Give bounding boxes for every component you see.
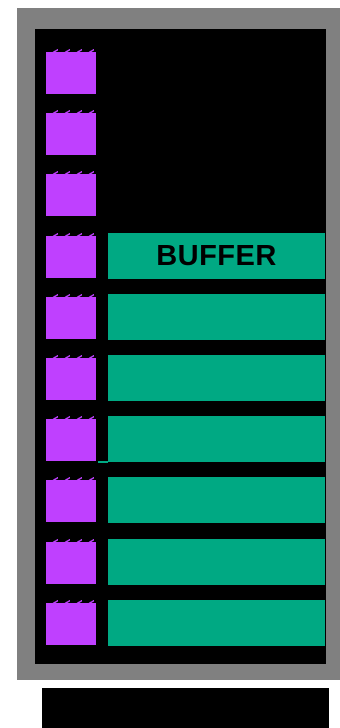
page-slot-icon <box>46 232 96 242</box>
data-bar[interactable] <box>108 294 325 340</box>
buffer-view: BUFFER <box>0 0 340 728</box>
slot-block <box>46 542 96 584</box>
page-slot-icon <box>46 109 96 119</box>
memory-slot[interactable] <box>46 599 96 645</box>
footer-bar <box>42 688 329 728</box>
page-slot-icon <box>46 293 96 303</box>
slot-block <box>46 358 96 400</box>
memory-slot[interactable] <box>46 354 96 400</box>
memory-slot[interactable] <box>46 293 96 339</box>
memory-slot[interactable] <box>46 170 96 216</box>
page-slot-icon <box>46 415 96 425</box>
memory-slot[interactable] <box>46 48 96 94</box>
slot-block <box>46 52 96 94</box>
slot-block <box>46 113 96 155</box>
memory-slot[interactable] <box>46 538 96 584</box>
slot-block <box>46 603 96 645</box>
bar-label: BUFFER <box>156 239 277 272</box>
memory-slot[interactable] <box>46 476 96 522</box>
memory-slot[interactable] <box>46 109 96 155</box>
page-slot-icon <box>46 538 96 548</box>
data-bar[interactable] <box>108 539 325 585</box>
slot-block <box>46 419 96 461</box>
page-slot-icon <box>46 48 96 58</box>
memory-slot[interactable] <box>46 232 96 278</box>
page-slot-icon <box>46 354 96 364</box>
data-bar[interactable] <box>108 600 325 646</box>
slot-block <box>46 297 96 339</box>
slot-block <box>46 174 96 216</box>
bar-connector <box>98 461 108 463</box>
page-slot-icon <box>46 476 96 486</box>
data-bar[interactable] <box>108 477 325 523</box>
data-bar[interactable] <box>108 416 325 462</box>
panel-bottom-rail <box>35 660 326 664</box>
page-slot-icon <box>46 599 96 609</box>
slot-block <box>46 236 96 278</box>
page-slot-icon <box>46 170 96 180</box>
buffer-bar[interactable]: BUFFER <box>108 233 325 279</box>
data-bar[interactable] <box>108 355 325 401</box>
slot-block <box>46 480 96 522</box>
memory-slot[interactable] <box>46 415 96 461</box>
